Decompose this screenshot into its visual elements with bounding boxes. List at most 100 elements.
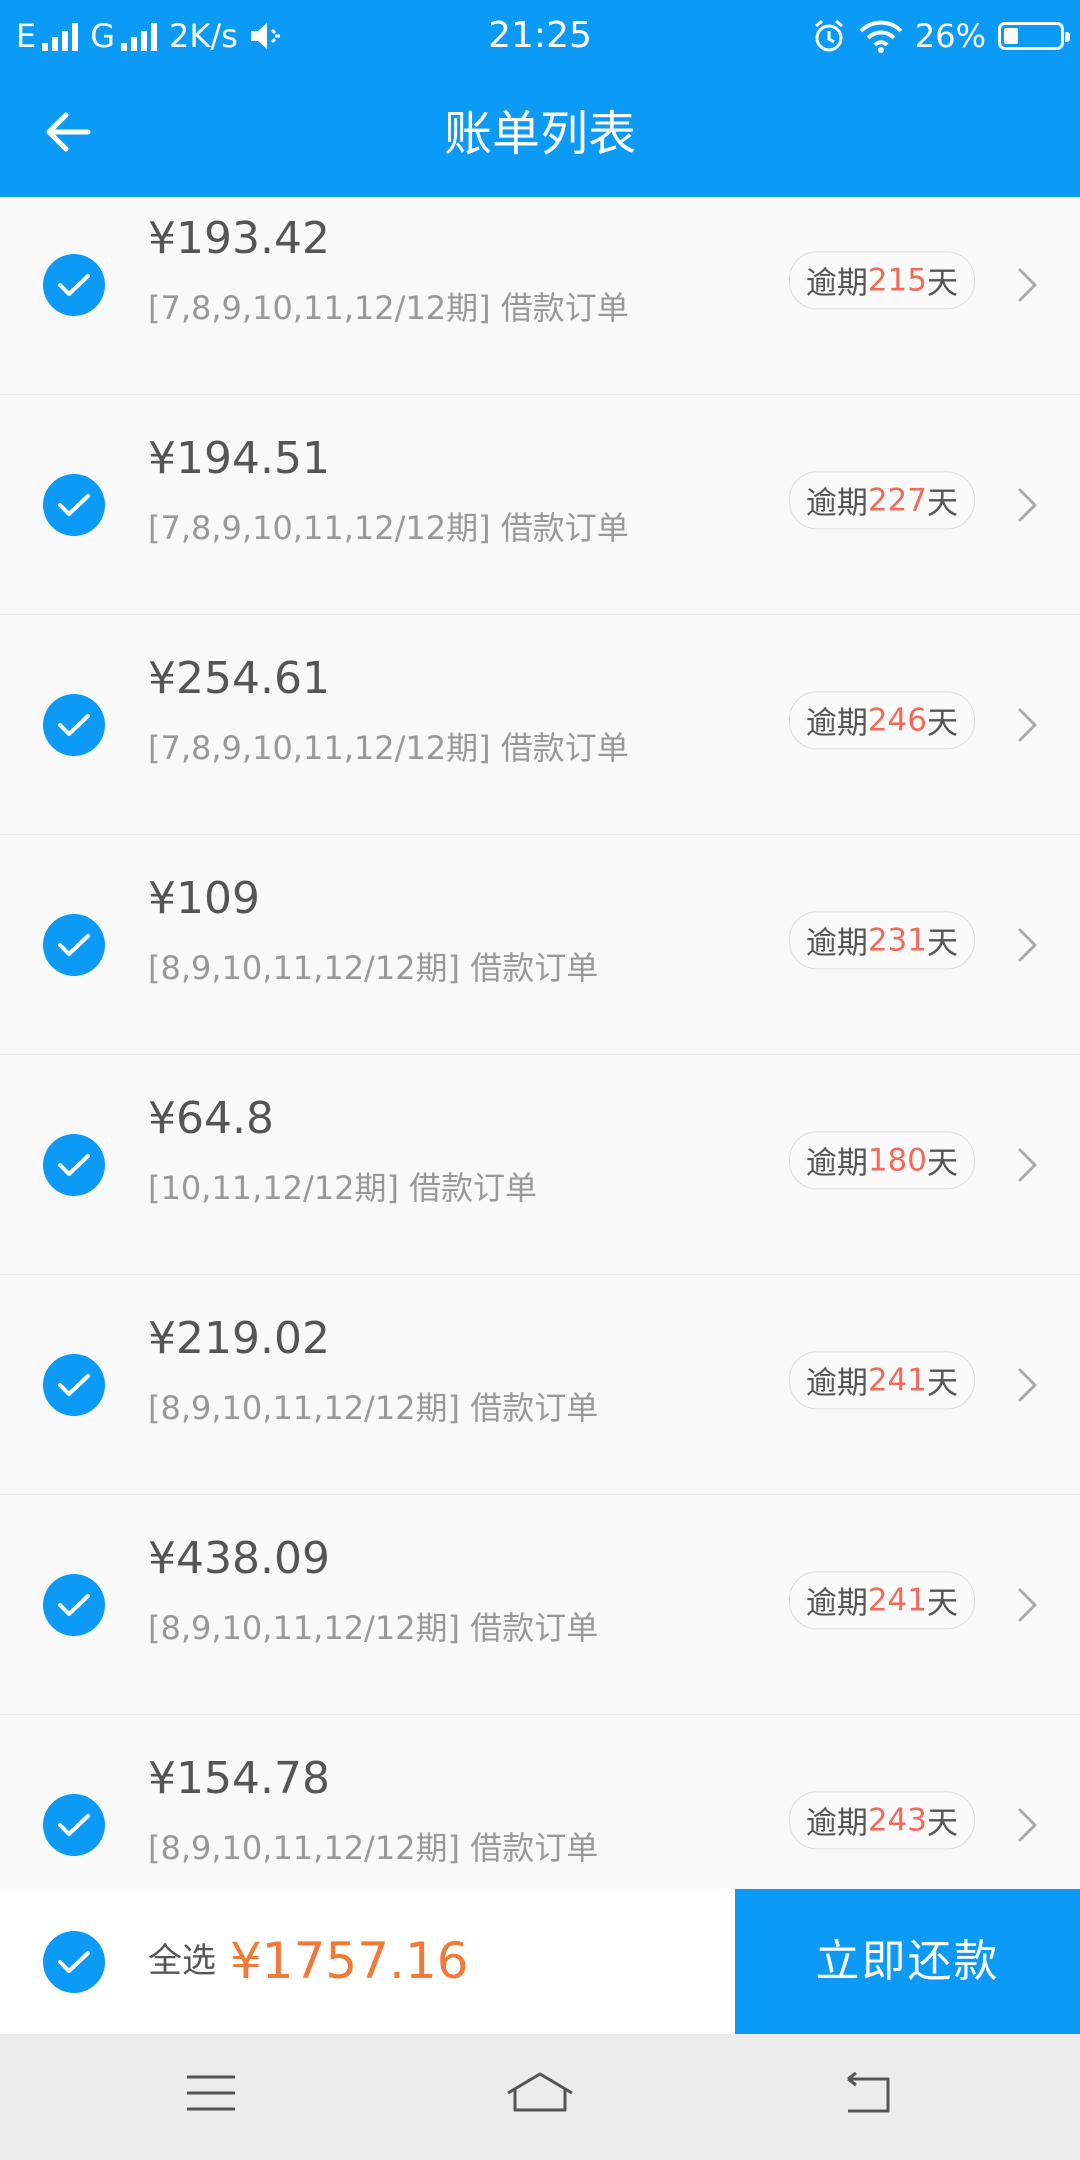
overdue-badge: 逾期 215 天 [788, 250, 975, 309]
alarm-icon [814, 19, 843, 52]
chevron-right-icon[interactable] [1014, 924, 1042, 966]
check-icon [58, 1593, 90, 1616]
battery-icon [998, 22, 1070, 50]
bill-row[interactable]: ¥254.61 [7,8,9,10,11,12/12期] 借款订单 逾期 246 天 [0, 615, 1080, 835]
bill-row[interactable]: ¥154.78 [8,9,10,11,12/12期] 借款订单 逾期 243 天 [0, 1715, 1080, 1889]
row-checkbox[interactable] [43, 1353, 105, 1416]
chevron-right-icon[interactable] [1014, 1804, 1042, 1846]
bill-row[interactable]: ¥64.8 [10,11,12/12期] 借款订单 逾期 180 天 [0, 1055, 1080, 1275]
overdue-prefix: 逾期 [805, 265, 868, 302]
total-amount: ¥1757.16 [230, 1932, 469, 1990]
row-checkbox[interactable] [43, 693, 105, 756]
check-icon [58, 1950, 90, 1973]
check-icon [58, 1813, 90, 1836]
overdue-days: 243 [867, 1801, 927, 1838]
bill-amount: ¥193.42 [148, 213, 330, 264]
bill-list[interactable]: ¥193.42 [7,8,9,10,11,12/12期] 借款订单 逾期 215 天 ¥1… [0, 197, 1080, 1889]
bill-periods: [7,8,9,10,11,12/12期] 借款订单 [148, 729, 629, 767]
overdue-badge: 逾期 231 天 [788, 910, 975, 969]
bill-periods: [8,9,10,11,12/12期] 借款订单 [148, 1389, 599, 1427]
check-icon [58, 1153, 90, 1176]
chevron-right-icon[interactable] [1014, 1584, 1042, 1626]
overdue-badge: 逾期 243 天 [788, 1790, 975, 1849]
bill-amount: ¥254.61 [148, 653, 330, 704]
overdue-days: 227 [867, 481, 927, 518]
chevron-right-icon[interactable] [1014, 1364, 1042, 1406]
bill-row[interactable]: ¥219.02 [8,9,10,11,12/12期] 借款订单 逾期 241 天 [0, 1275, 1080, 1495]
status-bar: E G 2K/s 21:25 26% [0, 0, 1080, 72]
chevron-right-icon[interactable] [1014, 484, 1042, 526]
pay-now-button[interactable]: 立即还款 [735, 1889, 1080, 2034]
overdue-prefix: 逾期 [805, 1145, 868, 1182]
bill-row[interactable]: ¥109 [8,9,10,11,12/12期] 借款订单 逾期 231 天 [0, 835, 1080, 1055]
home-icon[interactable] [505, 2071, 575, 2117]
row-checkbox[interactable] [43, 1793, 105, 1856]
row-checkbox[interactable] [43, 473, 105, 536]
bill-amount: ¥64.8 [148, 1093, 274, 1144]
overdue-suffix: 天 [927, 705, 958, 742]
bill-periods: [7,8,9,10,11,12/12期] 借款订单 [148, 289, 629, 327]
bill-amount: ¥109 [148, 873, 260, 924]
page-title: 账单列表 [443, 106, 636, 162]
wifi-icon [859, 20, 903, 53]
overdue-days: 246 [867, 701, 927, 738]
check-icon [58, 933, 90, 956]
overdue-suffix: 天 [927, 1145, 958, 1182]
bill-row[interactable]: ¥194.51 [7,8,9,10,11,12/12期] 借款订单 逾期 227 天 [0, 395, 1080, 615]
overdue-badge: 逾期 227 天 [788, 470, 975, 529]
bill-row[interactable]: ¥193.42 [7,8,9,10,11,12/12期] 借款订单 逾期 215 天 [0, 197, 1080, 395]
chevron-right-icon[interactable] [1014, 264, 1042, 306]
overdue-days: 231 [867, 921, 927, 958]
overdue-badge: 逾期 180 天 [788, 1130, 975, 1189]
bill-amount: ¥194.51 [148, 433, 330, 484]
overdue-prefix: 逾期 [805, 925, 868, 962]
overdue-prefix: 逾期 [805, 1585, 868, 1622]
bill-periods: [8,9,10,11,12/12期] 借款订单 [148, 1829, 599, 1867]
battery-percent: 26% [914, 17, 986, 55]
footer-bar: 全选 ¥1757.16 立即还款 [0, 1889, 1080, 2034]
back-nav-icon[interactable] [842, 2071, 894, 2117]
overdue-suffix: 天 [927, 1365, 958, 1402]
bill-row[interactable]: ¥438.09 [8,9,10,11,12/12期] 借款订单 逾期 241 天 [0, 1495, 1080, 1715]
bill-periods: [7,8,9,10,11,12/12期] 借款订单 [148, 509, 629, 547]
overdue-badge: 逾期 241 天 [788, 1570, 975, 1629]
overdue-suffix: 天 [927, 265, 958, 302]
overdue-prefix: 逾期 [805, 1805, 868, 1842]
overdue-days: 215 [867, 261, 927, 298]
chevron-right-icon[interactable] [1014, 704, 1042, 746]
check-icon [58, 493, 90, 516]
overdue-days: 241 [867, 1581, 927, 1618]
nav-bar: 账单列表 [0, 72, 1080, 197]
check-icon [58, 1373, 90, 1396]
overdue-suffix: 天 [927, 1585, 958, 1622]
row-checkbox[interactable] [43, 1573, 105, 1636]
overdue-badge: 逾期 241 天 [788, 1350, 975, 1409]
overdue-prefix: 逾期 [805, 485, 868, 522]
bill-amount: ¥154.78 [148, 1753, 330, 1804]
overdue-suffix: 天 [927, 1805, 958, 1842]
bill-amount: ¥438.09 [148, 1533, 330, 1584]
status-right: 26% [811, 0, 1070, 72]
bill-periods: [10,11,12/12期] 借款订单 [148, 1169, 538, 1207]
check-icon [58, 713, 90, 736]
overdue-days: 180 [867, 1141, 927, 1178]
select-all-checkbox[interactable] [43, 1930, 105, 1993]
row-checkbox[interactable] [43, 253, 105, 316]
bill-list-content: ¥193.42 [7,8,9,10,11,12/12期] 借款订单 逾期 215 天 ¥1… [0, 197, 1080, 1889]
check-icon [58, 273, 90, 296]
menu-icon[interactable] [185, 2071, 237, 2115]
overdue-prefix: 逾期 [805, 1365, 868, 1402]
bill-periods: [8,9,10,11,12/12期] 借款订单 [148, 1609, 599, 1647]
bill-periods: [8,9,10,11,12/12期] 借款订单 [148, 949, 599, 987]
overdue-suffix: 天 [927, 925, 958, 962]
row-checkbox[interactable] [43, 913, 105, 976]
select-all-label: 全选 [148, 1941, 216, 1981]
system-nav-bar [0, 2034, 1080, 2160]
overdue-suffix: 天 [927, 485, 958, 522]
chevron-right-icon[interactable] [1014, 1144, 1042, 1186]
bill-amount: ¥219.02 [148, 1313, 330, 1364]
overdue-days: 241 [867, 1361, 927, 1398]
overdue-badge: 逾期 246 天 [788, 690, 975, 749]
row-checkbox[interactable] [43, 1133, 105, 1196]
battery-level [1004, 28, 1019, 44]
